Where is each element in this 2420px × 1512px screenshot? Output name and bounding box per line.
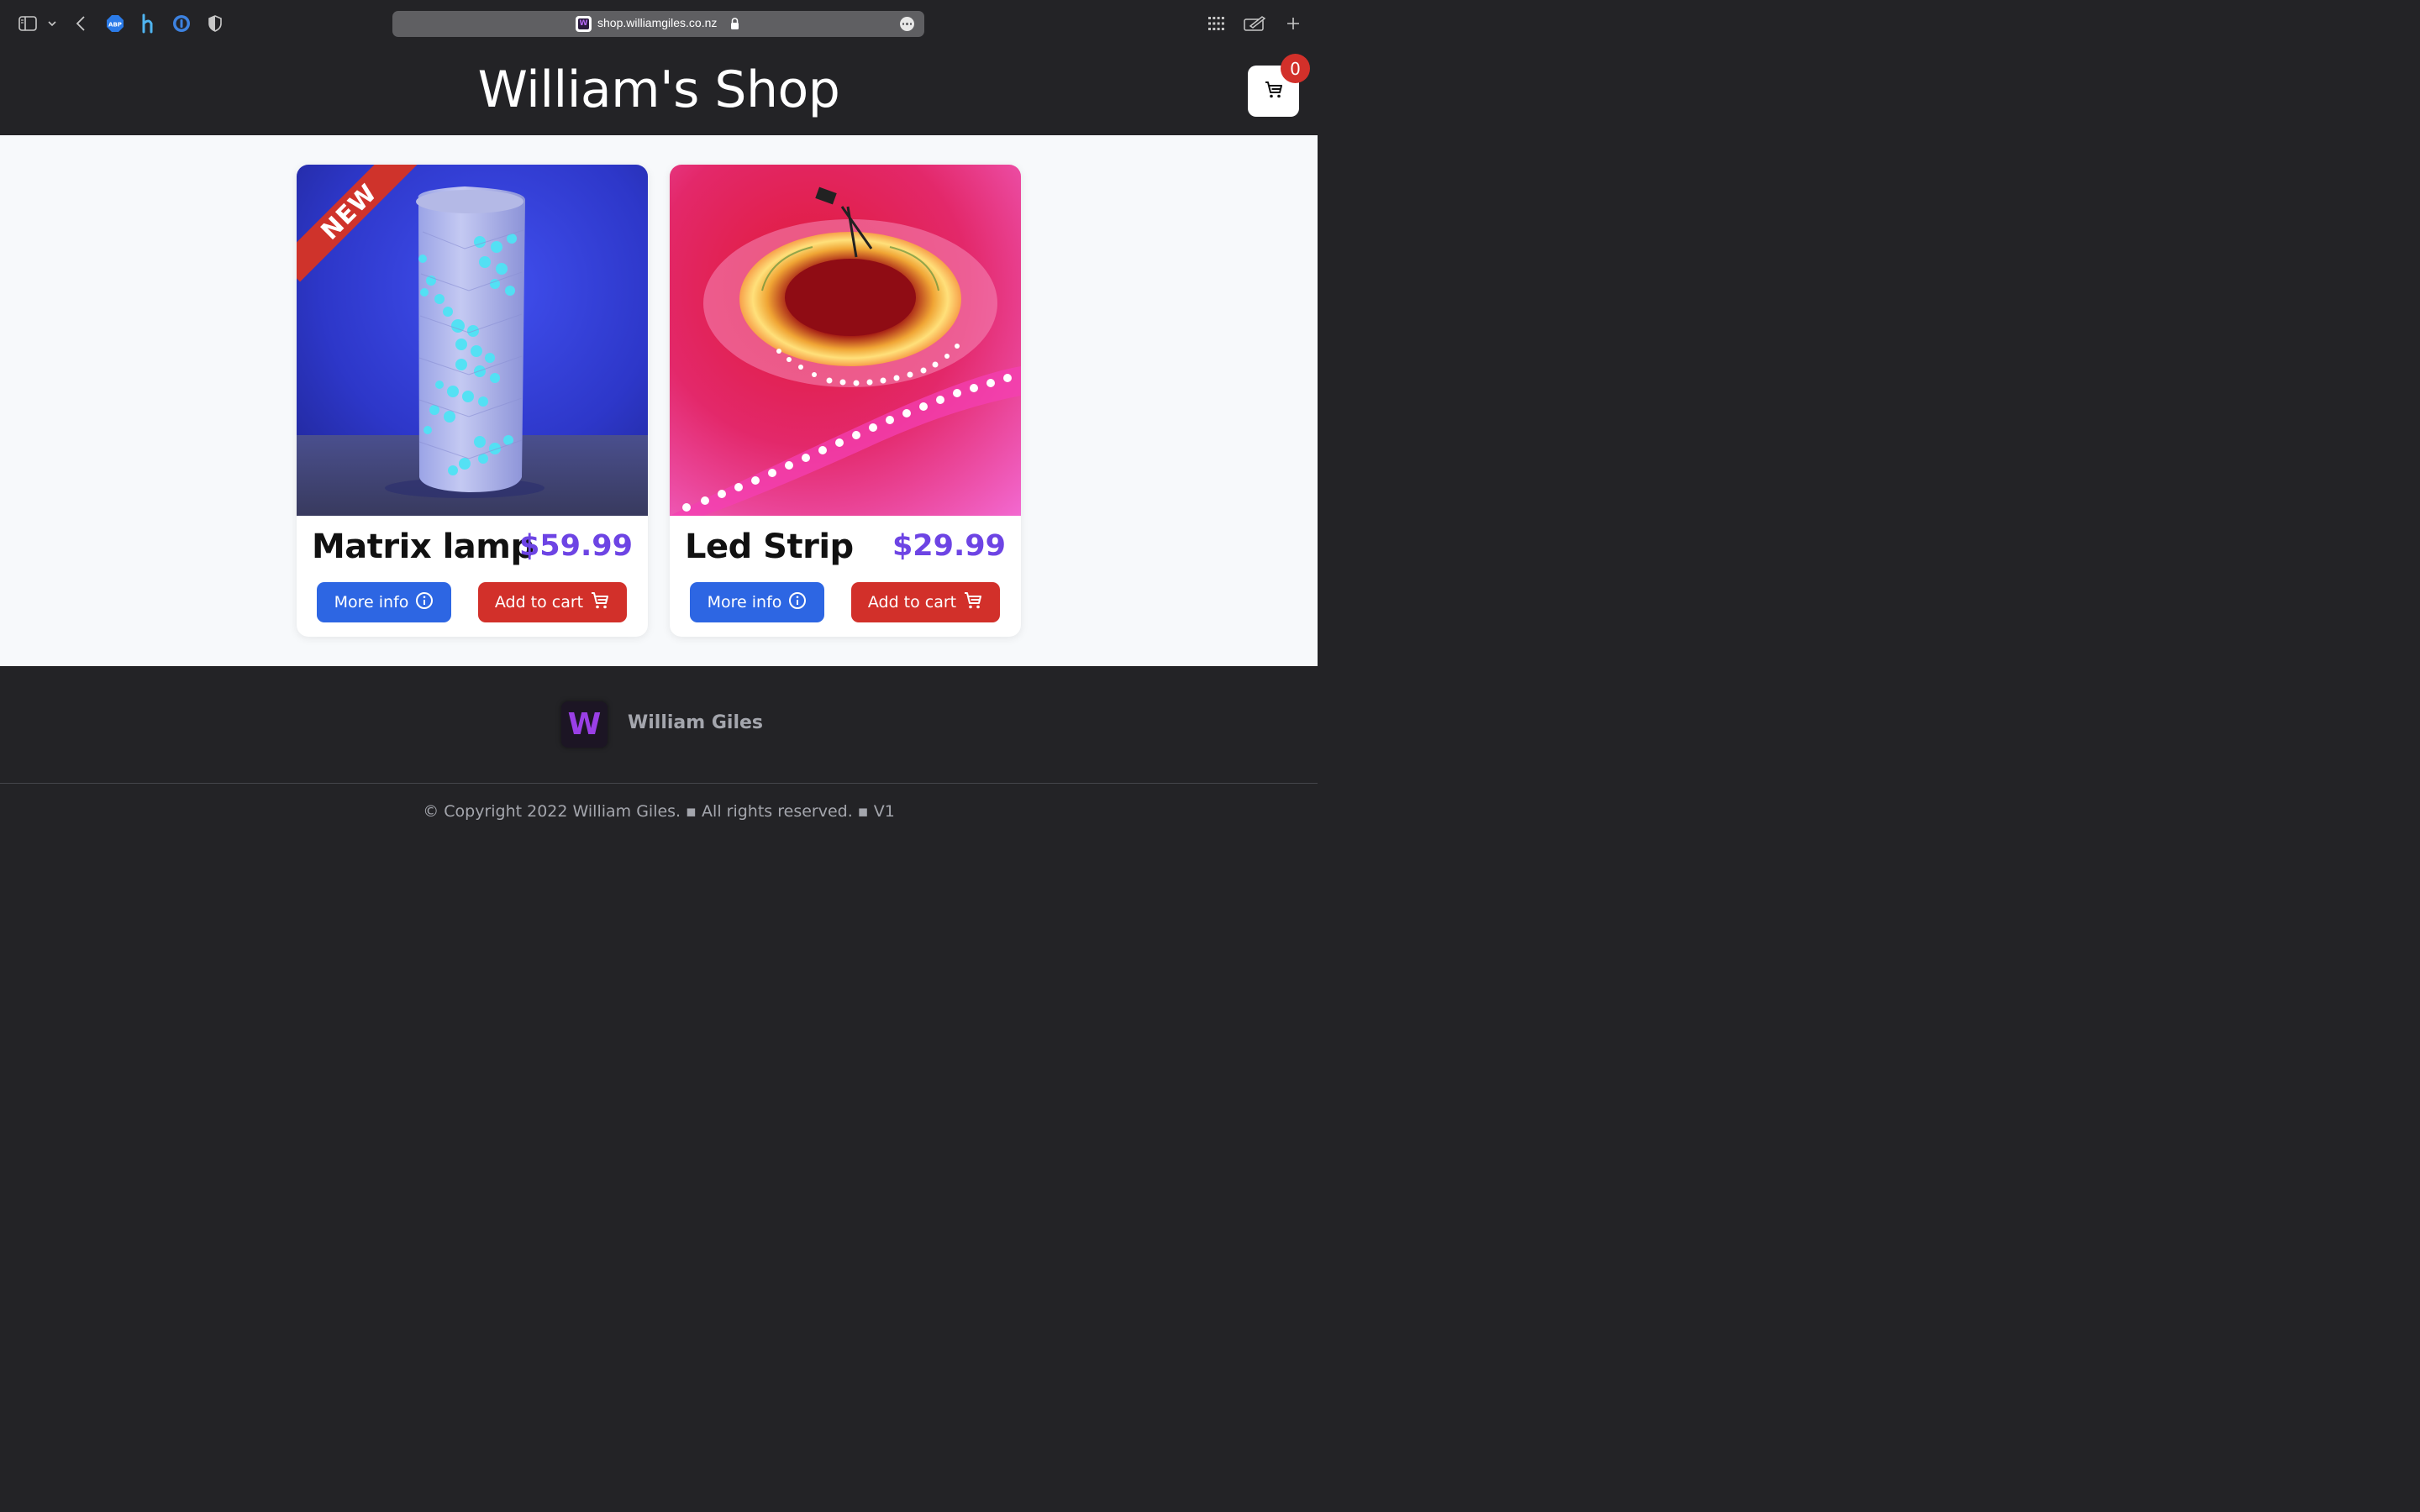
more-info-button[interactable]: More info: [317, 582, 451, 622]
back-arrow-icon[interactable]: [74, 13, 87, 34]
favicon-letter: W: [578, 18, 589, 29]
add-to-cart-label: Add to cart: [867, 593, 957, 612]
product-price: $59.99: [518, 529, 633, 563]
page-menu-icon[interactable]: [900, 17, 914, 31]
password-manager-icon[interactable]: [171, 13, 192, 34]
adblock-extension-icon[interactable]: ABP: [105, 13, 125, 34]
product-price: $29.99: [892, 529, 1006, 563]
browser-toolbar: ABP W shop.williamgiles.co.nz: [0, 0, 1318, 47]
more-info-label: More info: [334, 593, 409, 612]
chevron-down-icon[interactable]: [47, 13, 57, 34]
product-card-matrix-lamp: NEW Matrix lamp $59.99 More info Add to …: [297, 165, 648, 637]
cart-icon: [963, 591, 983, 615]
add-to-cart-button[interactable]: Add to cart: [478, 582, 627, 622]
honey-extension-icon[interactable]: [138, 13, 158, 34]
grid-icon[interactable]: [1207, 13, 1224, 34]
add-to-cart-button[interactable]: Add to cart: [851, 582, 1000, 622]
adblock-label: ABP: [108, 22, 122, 29]
product-card-led-strip: Led Strip $29.99 More info Add to cart: [670, 165, 1021, 637]
site-favicon: W: [576, 16, 592, 32]
site-header: William's Shop 0: [0, 47, 1318, 135]
footer-logo[interactable]: W: [561, 701, 608, 748]
cart-icon: [1264, 80, 1284, 103]
cart-icon: [590, 591, 610, 615]
url-text[interactable]: shop.williamgiles.co.nz: [597, 16, 717, 29]
sidebar-toggle-icon[interactable]: [18, 13, 37, 34]
site-footer: W William Giles © Copyright 2022 William…: [0, 666, 1318, 823]
cart-count-badge: 0: [1281, 54, 1310, 83]
add-to-cart-label: Add to cart: [494, 593, 584, 612]
info-icon: [788, 591, 807, 614]
new-tab-icon[interactable]: [1286, 13, 1301, 34]
more-info-button[interactable]: More info: [690, 582, 824, 622]
led-strip-image[interactable]: [670, 165, 1021, 516]
address-bar[interactable]: W shop.williamgiles.co.nz: [392, 11, 924, 37]
product-name: Matrix lamp: [312, 528, 534, 566]
product-grid: NEW Matrix lamp $59.99 More info Add to …: [0, 135, 1318, 666]
page-title: William's Shop: [477, 60, 840, 119]
footer-name[interactable]: William Giles: [628, 712, 763, 733]
matrix-lamp-image[interactable]: NEW: [297, 165, 648, 516]
copyright-text: © Copyright 2022 William Giles. ▪ All ri…: [423, 802, 895, 821]
lock-icon: [730, 18, 739, 34]
product-name: Led Strip: [685, 528, 854, 566]
shield-icon[interactable]: [207, 13, 224, 34]
edit-note-icon[interactable]: [1244, 13, 1265, 34]
more-info-label: More info: [707, 593, 782, 612]
footer-divider: [0, 783, 1318, 784]
info-icon: [415, 591, 434, 614]
